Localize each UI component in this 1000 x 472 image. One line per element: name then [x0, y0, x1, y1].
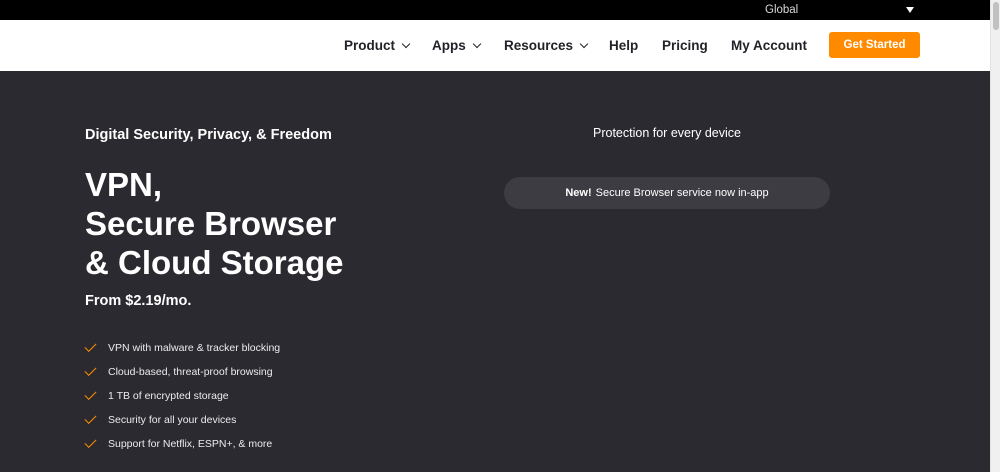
nav-product[interactable]: Product	[344, 20, 411, 71]
announcement-badge: New!	[565, 187, 592, 199]
nav-help[interactable]: Help	[609, 20, 638, 71]
check-icon	[84, 363, 97, 377]
check-icon	[84, 411, 97, 425]
feature-text: VPN with malware & tracker blocking	[108, 342, 281, 354]
main-nav: Product Apps Resources Help Pricing My A…	[0, 20, 990, 71]
check-icon	[84, 435, 97, 449]
feature-item: 1 TB of encrypted storage	[84, 384, 280, 408]
chevron-down-icon	[472, 39, 481, 48]
feature-list: VPN with malware & tracker blocking Clou…	[84, 336, 281, 456]
region-label: Global	[765, 4, 799, 16]
headline-line-2: Secure Browser	[85, 205, 337, 242]
feature-text: 1 TB of encrypted storage	[108, 390, 229, 402]
headline-line-3: & Cloud Storage	[85, 244, 344, 281]
nav-help-label: Help	[609, 38, 639, 53]
headline-line-1: VPN,	[85, 166, 163, 203]
announcement-pill[interactable]: New! Secure Browser service now in-app	[504, 177, 830, 209]
nav-pricing-label: Pricing	[662, 38, 708, 53]
feature-text: Support for Netflix, ESPN+, & more	[108, 438, 273, 450]
nav-product-label: Product	[344, 38, 396, 53]
scrollbar[interactable]	[990, 0, 1000, 472]
announcement-text: Secure Browser service now in-app	[595, 187, 769, 199]
feature-item: Support for Netflix, ESPN+, & more	[84, 432, 280, 456]
feature-text: Security for all your devices	[108, 414, 237, 426]
region-selector[interactable]: Global	[758, 0, 918, 20]
nav-apps[interactable]: Apps	[432, 20, 481, 71]
hero-section: Digital Security, Privacy, & Freedom VPN…	[0, 71, 990, 472]
feature-text: Cloud-based, threat-proof browsing	[108, 366, 273, 378]
get-started-button[interactable]: Get Started	[829, 32, 920, 58]
region-bar: Global	[0, 0, 990, 20]
hero-price: From $2.19/mo.	[85, 293, 192, 309]
feature-item: Cloud-based, threat-proof browsing	[84, 360, 280, 384]
nav-resources[interactable]: Resources	[504, 20, 589, 71]
nav-my-account-label: My Account	[731, 38, 808, 53]
caret-down-icon	[906, 7, 914, 13]
nav-pricing[interactable]: Pricing	[662, 20, 708, 71]
nav-my-account[interactable]: My Account	[731, 20, 807, 71]
chevron-down-icon	[579, 39, 589, 48]
device-protection-heading: Protection for every device	[593, 126, 741, 140]
hero-headline: VPN, Secure Browser & Cloud Storage	[85, 165, 344, 282]
chevron-down-icon	[401, 39, 411, 48]
feature-item: Security for all your devices	[84, 408, 280, 432]
scrollbar-thumb[interactable]	[993, 2, 999, 30]
hero-eyebrow: Digital Security, Privacy, & Freedom	[85, 127, 332, 143]
feature-item: VPN with malware & tracker blocking	[84, 336, 281, 360]
nav-resources-label: Resources	[504, 38, 574, 53]
nav-apps-label: Apps	[432, 38, 466, 53]
check-icon	[84, 339, 97, 353]
check-icon	[84, 387, 97, 401]
